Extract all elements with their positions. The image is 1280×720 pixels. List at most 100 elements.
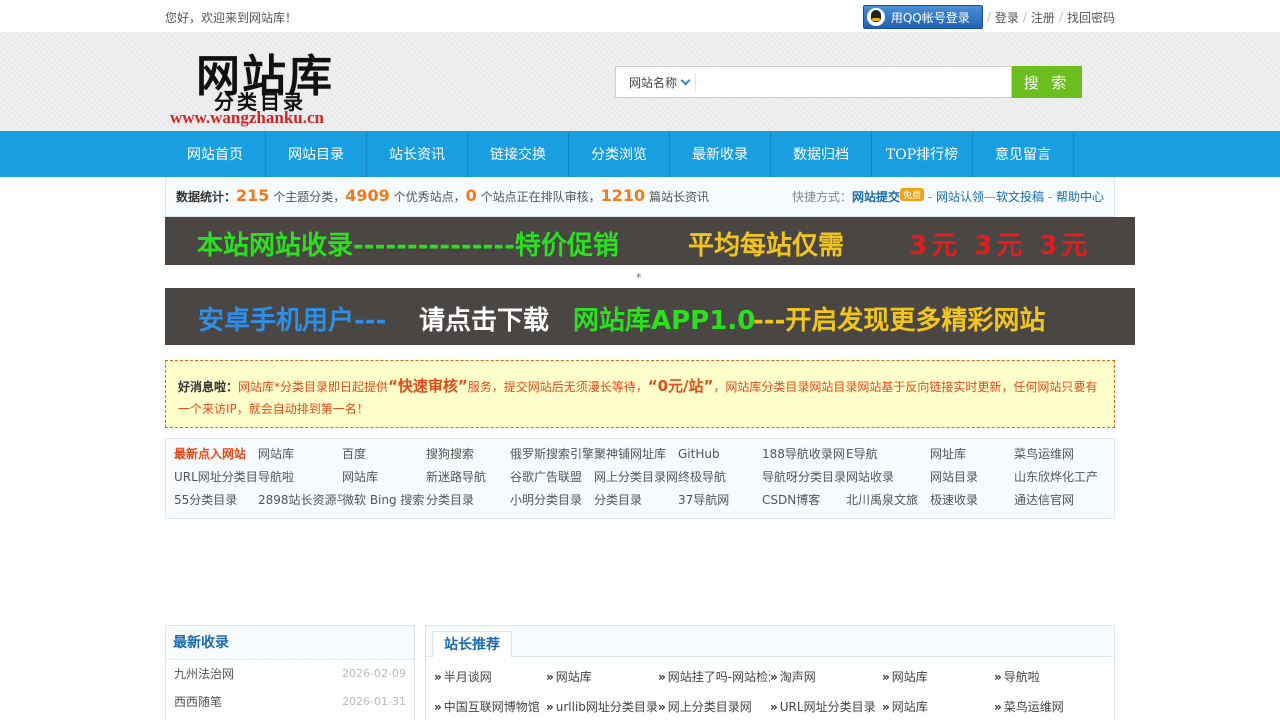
latest-site-link[interactable]: 极速收录 <box>930 489 1014 512</box>
qq-login-button[interactable]: 用QQ帐号登录 <box>862 5 983 29</box>
recommended-site-link[interactable]: » 网站库 <box>546 665 658 695</box>
double-arrow-icon: » <box>994 670 1002 684</box>
latest-site-link[interactable]: 网站目录 <box>930 466 1014 489</box>
recommended-site-label: 网站挂了吗-网站检测 <box>667 670 770 684</box>
double-arrow-icon: » <box>546 700 554 714</box>
news-count: 1210 <box>600 186 646 205</box>
recommended-site-label: 淘声网 <box>779 670 816 684</box>
banner1-left: 本站网站收录---------------特价促销 <box>197 231 619 261</box>
latest-site-link[interactable]: 菜鸟运维网 <box>1014 443 1098 466</box>
nav-item-link-exchange[interactable]: 链接交换 <box>468 131 569 177</box>
double-arrow-icon: » <box>434 670 442 684</box>
promo-banner[interactable]: 本站网站收录---------------特价促销 平均每站仅需 3元 3元 3… <box>165 217 1135 265</box>
divider: / <box>1022 10 1027 24</box>
free-badge: 免费 <box>900 188 925 201</box>
latest-site-link[interactable]: 55分类目录 <box>174 489 258 512</box>
nav-item-home[interactable]: 网站首页 <box>165 131 266 177</box>
stats-bar: 数据统计：215 个主题分类，4909 个优秀站点，0 个站点正在排队审核，12… <box>165 177 1115 217</box>
recommended-site-label: 半月谈网 <box>443 670 492 684</box>
recommended-site-link[interactable]: » 淘声网 <box>770 665 882 695</box>
recommended-site-link[interactable]: » 网站库 <box>882 695 994 720</box>
nav-item-news[interactable]: 站长资讯 <box>367 131 468 177</box>
claim-site-link[interactable]: 网站认领 <box>936 190 984 204</box>
search-form: 网站名称 搜 索 <box>615 66 1082 98</box>
latest-site-link[interactable]: 网上分类目录网 <box>594 466 678 489</box>
latest-site-link[interactable]: 网站库 <box>258 443 342 466</box>
double-arrow-icon: » <box>770 670 778 684</box>
login-link[interactable]: 登录 <box>995 9 1019 26</box>
search-input[interactable] <box>696 68 1011 96</box>
site-count: 4909 <box>345 186 390 205</box>
recover-password-link[interactable]: 找回密码 <box>1067 9 1115 26</box>
latest-site-link[interactable]: 聚神铺网址库 <box>594 443 678 466</box>
search-category-select[interactable]: 网站名称 <box>616 73 697 91</box>
site-date: 2026-02-09 <box>342 667 406 680</box>
submit-site-link[interactable]: 网站提交 <box>852 190 900 204</box>
latest-site-link[interactable]: 终极导航 <box>678 466 762 489</box>
latest-site-link[interactable]: GitHub <box>678 443 762 466</box>
stats-label: 数据统计： <box>176 190 237 204</box>
recommended-site-link[interactable]: » 半月谈网 <box>434 665 546 695</box>
latest-site-link[interactable]: 网址库 <box>930 443 1014 466</box>
banner2-b: 请点击下载 <box>419 306 550 336</box>
nav-item-top[interactable]: TOP排行榜 <box>872 131 973 177</box>
banner2-d: ---开启发现更多精彩网站 <box>753 306 1046 336</box>
stats-text: 个优秀站点， <box>393 190 466 204</box>
recommended-site-link[interactable]: » 导航啦 <box>994 665 1106 695</box>
latest-site-link[interactable]: 网站库 <box>342 466 426 489</box>
latest-site-link[interactable]: 2898站长资源平台 <box>258 489 342 512</box>
latest-site-link[interactable]: 导航呀分类目录 <box>762 466 846 489</box>
latest-site-link[interactable]: 通达信官网 <box>1014 489 1098 512</box>
latest-site-link[interactable]: 山东欣烨化工产品 <box>1014 466 1098 489</box>
recommended-site-link[interactable]: » 网站挂了吗-网站检测 <box>658 665 770 695</box>
nav-item-directory[interactable]: 网站目录 <box>266 131 367 177</box>
recommended-site-link[interactable]: » urllib网址分类目录 <box>546 695 658 720</box>
app-download-banner[interactable]: 安卓手机用户--- 请点击下载 网站库APP1.0 ---开启发现更多精彩网站 <box>165 288 1135 345</box>
help-center-link[interactable]: 帮助中心 <box>1056 190 1104 204</box>
latest-site-link[interactable]: 分类目录 <box>426 489 510 512</box>
latest-site-link[interactable]: 谷歌广告联盟 <box>510 466 594 489</box>
double-arrow-icon: » <box>658 700 666 714</box>
latest-site-link[interactable]: 导航啦 <box>258 466 342 489</box>
nav-item-latest[interactable]: 最新收录 <box>670 131 771 177</box>
search-button[interactable]: 搜 索 <box>1012 66 1082 98</box>
latest-site-link[interactable]: URL网址分类目录 <box>174 466 258 489</box>
latest-site-link[interactable]: 北川禹泉文旅 <box>846 489 930 512</box>
recommended-site-link[interactable]: » 网上分类目录网 <box>658 695 770 720</box>
latest-site-link[interactable]: 37导航网 <box>678 489 762 512</box>
latest-site-link[interactable]: 搜狗搜索 <box>426 443 510 466</box>
site-name[interactable]: 西西随笔 <box>174 688 222 716</box>
latest-site-link[interactable]: 百度 <box>342 443 426 466</box>
latest-site-link[interactable]: 小明分类目录 <box>510 489 594 512</box>
latest-site-link[interactable]: 微软 Bing 搜索 <box>342 489 426 512</box>
latest-site-link[interactable]: 俄罗斯搜索引擎 <box>510 443 594 466</box>
notice-text: 服务，提交网站后无须漫长等待， <box>467 380 648 394</box>
nav-item-categories[interactable]: 分类浏览 <box>569 131 670 177</box>
register-link[interactable]: 注册 <box>1031 9 1055 26</box>
panel-title: 最新收录 <box>166 626 414 660</box>
tab-recommended[interactable]: 站长推荐 <box>432 631 512 658</box>
latest-site-link[interactable]: 新迷路导航 <box>426 466 510 489</box>
notice-box: 好消息啦：网站库*分类目录即日起提供“快速审核”服务，提交网站后无须漫长等待，“… <box>165 360 1115 428</box>
latest-site-link[interactable]: 分类目录 <box>594 489 678 512</box>
nav-item-archive[interactable]: 数据归档 <box>771 131 872 177</box>
recommended-site-link[interactable]: » 中国互联网博物馆 <box>434 695 546 720</box>
latest-site-link[interactable]: E导航 <box>846 443 930 466</box>
latest-site-link[interactable]: 网站收录 <box>846 466 930 489</box>
quick-links: 快捷方式：网站提交 免费 - 网站认领—软文投稿 - 帮助中心 <box>791 188 1104 204</box>
site-name[interactable]: 九州法治网 <box>174 660 234 688</box>
recommended-site-label: 网上分类目录网 <box>667 700 752 714</box>
recommended-site-label: urllib网址分类目录 <box>555 700 658 714</box>
nav-item-feedback[interactable]: 意见留言 <box>973 131 1074 177</box>
latest-site-link[interactable]: 188导航收录网 <box>762 443 846 466</box>
latest-site-link[interactable]: CSDN博客 <box>762 489 846 512</box>
notice-text: 网站库*分类目录即日起提供 <box>238 380 389 394</box>
article-submit-link[interactable]: 软文投稿 <box>996 190 1044 204</box>
recommended-site-link[interactable]: » URL网址分类目录 <box>770 695 882 720</box>
site-logo[interactable]: 网站库 分类目录 www.wangzhanku.cn <box>168 40 360 128</box>
double-arrow-icon: » <box>994 700 1002 714</box>
recommended-site-link[interactable]: » 菜鸟运维网 <box>994 695 1106 720</box>
recommended-site-link[interactable]: » 网站库 <box>882 665 994 695</box>
list-item[interactable]: 九州法治网 2026-02-09 <box>166 660 414 688</box>
list-item[interactable]: 西西随笔 2026-01-31 <box>166 688 414 716</box>
